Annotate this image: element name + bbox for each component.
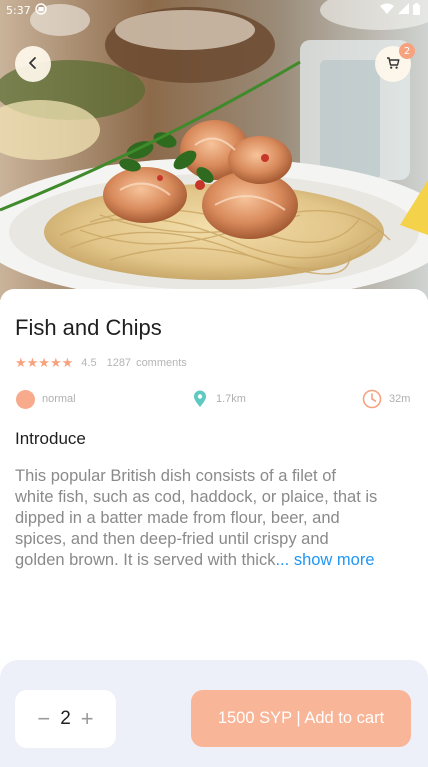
time-info: 32m xyxy=(362,388,410,410)
quantity-value: 2 xyxy=(60,708,71,729)
wifi-icon xyxy=(380,3,394,17)
cart-icon xyxy=(386,55,400,74)
comments-label: comments xyxy=(136,357,187,369)
meta-row: normal 1.7km 32m xyxy=(0,388,428,410)
distance-info: 1.7km xyxy=(193,388,246,410)
description-line: dipped in a batter made from flour, beer… xyxy=(15,509,340,527)
cart-count-badge: 2 xyxy=(399,43,415,59)
time-value: 32m xyxy=(389,393,411,405)
status-time: 5:37 xyxy=(6,3,31,17)
description-line: spices, and then deep-fried until crispy… xyxy=(15,530,329,548)
quantity-stepper: − 2 + xyxy=(15,690,116,748)
signal-icon xyxy=(398,3,409,17)
cart-button[interactable]: 2 xyxy=(375,43,415,82)
back-button[interactable] xyxy=(15,46,51,82)
status-bar: 5:37 xyxy=(0,0,428,20)
comments-count: 1287 xyxy=(106,357,132,369)
food-photo xyxy=(0,0,428,300)
product-title: Fish and Chips xyxy=(15,315,162,340)
level-info: normal xyxy=(16,388,76,410)
level-label: normal xyxy=(42,393,76,405)
description-last-line: golden brown. It is served with thick...… xyxy=(15,550,413,571)
chevron-left-icon xyxy=(26,55,40,74)
description-line: This popular British dish consists of a … xyxy=(15,467,336,485)
cart-action-bar: − 2 + 1500 SYP | Add to cart xyxy=(0,660,428,767)
description-line: white fish, such as cod, haddock, or pla… xyxy=(15,488,378,506)
introduce-heading: Introduce xyxy=(15,429,86,448)
rating-stars: ★★★★★ xyxy=(15,355,74,370)
description-line: golden brown. It is served with thick xyxy=(15,551,276,569)
product-image xyxy=(0,0,428,300)
rating-value: 4.5 xyxy=(81,357,97,369)
rating-row: ★★★★★ 4.5 1287 comments xyxy=(15,355,187,371)
media-icon xyxy=(35,2,47,18)
description-ellipsis: ... xyxy=(275,551,290,569)
product-detail-screen: 5:37 2 Fish and Chips ★★★★★ 4.5 1287 com… xyxy=(0,0,428,767)
add-to-cart-button[interactable]: 1500 SYP | Add to cart xyxy=(191,690,411,747)
level-dot-icon xyxy=(16,389,35,409)
decrement-button[interactable]: − xyxy=(37,708,50,730)
clock-icon xyxy=(362,389,382,409)
product-info-card: Fish and Chips ★★★★★ 4.5 1287 comments n… xyxy=(0,289,428,669)
battery-icon xyxy=(413,2,420,18)
show-more-link[interactable]: show more xyxy=(289,551,375,569)
location-pin-icon xyxy=(193,390,207,408)
product-description: This popular British dish consists of a … xyxy=(15,466,413,571)
distance-value: 1.7km xyxy=(216,393,246,405)
increment-button[interactable]: + xyxy=(81,708,94,730)
